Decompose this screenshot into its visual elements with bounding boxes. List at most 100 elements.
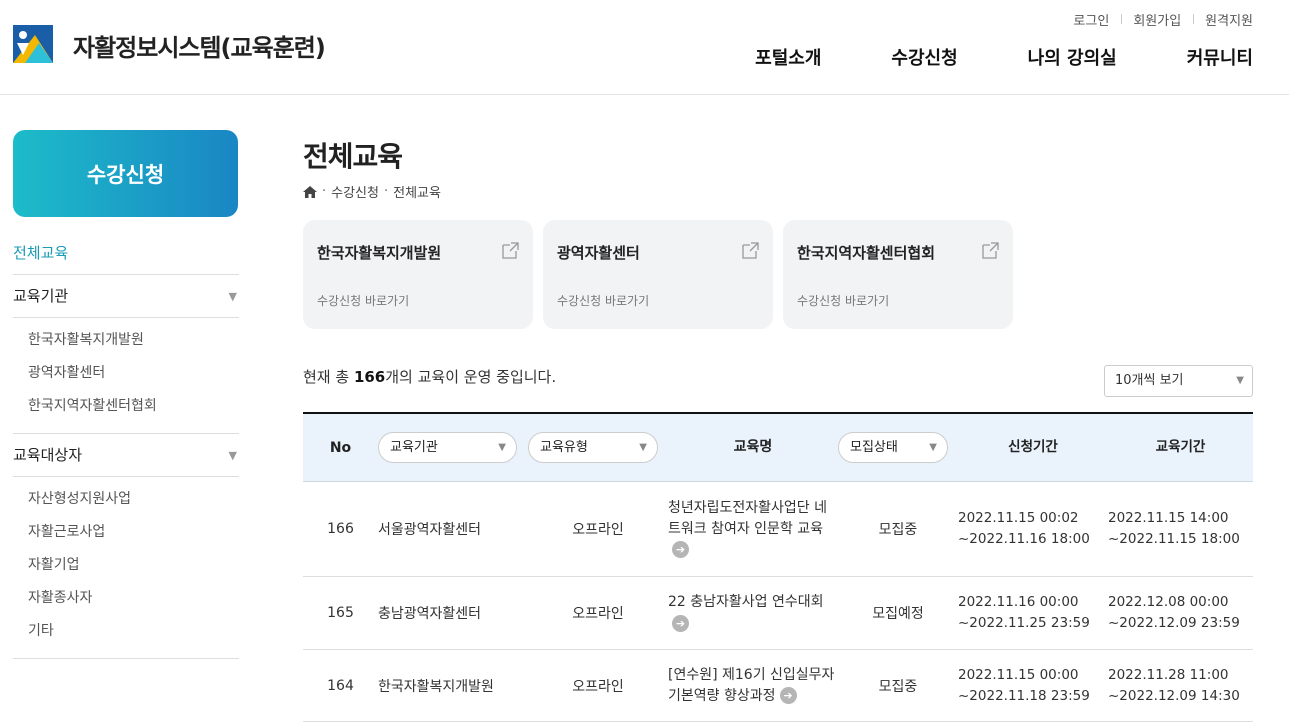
site-title[interactable]: 자활정보시스템(교육훈련): [73, 28, 326, 63]
per-page-select[interactable]: 10개씩 보기 ▼: [1104, 365, 1253, 397]
sidebar-item-all-education[interactable]: 전체교육: [13, 232, 239, 275]
arrow-right-icon[interactable]: ➔: [779, 687, 797, 704]
org-filter-select[interactable]: 교육기관 ▼: [378, 432, 517, 463]
nav-portal-intro[interactable]: 포털소개: [755, 44, 821, 70]
utility-links: 로그인 회원가입 원격지원: [1061, 10, 1253, 29]
cell-no: 165: [327, 605, 354, 621]
sidebar-title: 수강신청: [13, 130, 238, 217]
card-link: 수강신청 바로가기: [797, 294, 890, 308]
logo-icon[interactable]: [13, 25, 53, 63]
table-header: No 교육기관 ▼ 교육유형 ▼ 교육명 모집상태 ▼ 신청기간 교육기간: [303, 414, 1253, 482]
sidebar-submenu-institution: 한국자활복지개발원 광역자활센터 한국지역자활센터협회: [13, 318, 239, 434]
card-title: 한국지역자활센터협회: [797, 244, 936, 262]
sidebar-subitem[interactable]: 자산형성지원사업: [28, 483, 239, 516]
caret-down-icon: ▼: [929, 442, 937, 453]
login-link[interactable]: 로그인: [1061, 10, 1121, 29]
apply-start: 2022.11.15 00:00: [958, 666, 1079, 683]
sidebar-subitem[interactable]: 자활종사자: [28, 582, 239, 615]
course-name-link[interactable]: 청년자립도전자활사업단 네트워크 참여자 인문학 교육: [668, 500, 827, 537]
arrow-right-icon[interactable]: ➔: [672, 541, 689, 558]
sidebar-subitem[interactable]: 기타: [28, 615, 239, 648]
state-filter-select[interactable]: 모집상태 ▼: [838, 432, 948, 463]
sidebar-item-label: 교육기관: [13, 287, 69, 305]
arrow-right-icon[interactable]: ➔: [672, 614, 689, 632]
external-link-icon: [742, 242, 759, 259]
org-filter-label: 교육기관: [390, 440, 438, 455]
home-icon[interactable]: [303, 185, 317, 198]
edu-end: ~2022.11.15 18:00: [1108, 531, 1240, 547]
caret-down-icon: ▼: [1236, 375, 1244, 386]
cell-apply: 2022.11.15 00:00 ~2022.11.18 23:59: [958, 665, 1108, 707]
cell-edu: 2022.11.15 14:00 ~2022.11.15 18:00: [1108, 508, 1253, 550]
page-title: 전체교육: [303, 140, 403, 173]
cell-apply: 2022.11.15 00:02 ~2022.11.16 18:00: [958, 508, 1108, 550]
external-link-icon: [982, 242, 999, 259]
sidebar-item-target[interactable]: 교육대상자 ▼: [13, 434, 239, 477]
institution-card[interactable]: 광역자활센터 수강신청 바로가기: [543, 220, 773, 329]
breadcrumb-item[interactable]: 수강신청: [331, 182, 379, 201]
caret-down-icon: ▼: [228, 449, 237, 462]
col-header-edu: 교육기간: [1155, 439, 1206, 455]
card-title: 광역자활센터: [557, 244, 640, 262]
sidebar-subitem[interactable]: 한국지역자활센터협회: [28, 390, 239, 423]
cell-name: 22 충남자활사업 연수대회 ➔: [668, 592, 838, 634]
sidebar-subitem[interactable]: 자활근로사업: [28, 516, 239, 549]
cell-org: 충남광역자활센터: [378, 606, 482, 622]
cell-org: 한국자활복지개발원: [378, 678, 494, 695]
apply-end: ~2022.11.16 18:00: [958, 531, 1090, 547]
cell-type: 오프라인: [572, 606, 624, 622]
cell-type: 오프라인: [572, 522, 624, 538]
state-filter-label: 모집상태: [850, 440, 898, 455]
col-header-state: 모집상태 ▼: [838, 432, 958, 463]
total-count: 166: [353, 368, 386, 386]
sidebar-subitem[interactable]: 한국자활복지개발원: [28, 324, 239, 357]
cell-org: 서울광역자활센터: [378, 522, 482, 538]
sidebar-subitem[interactable]: 자활기업: [28, 549, 239, 582]
institution-card[interactable]: 한국자활복지개발원 수강신청 바로가기: [303, 220, 533, 329]
total-count-text: 현재 총 166개의 교육이 운영 중입니다.: [303, 366, 556, 387]
cell-no: 164: [327, 677, 354, 694]
caret-down-icon: ▼: [498, 442, 506, 453]
caret-down-icon: ▼: [639, 442, 647, 453]
sidebar-item-institution[interactable]: 교육기관 ▼: [13, 275, 239, 318]
signup-link[interactable]: 회원가입: [1121, 10, 1193, 29]
sidebar-subitem[interactable]: 광역자활센터: [28, 357, 239, 390]
institution-card[interactable]: 한국지역자활센터협회 수강신청 바로가기: [783, 220, 1013, 329]
table-row[interactable]: 166 서울광역자활센터 오프라인 청년자립도전자활사업단 네트워크 참여자 인…: [303, 482, 1253, 577]
cell-name: 청년자립도전자활사업단 네트워크 참여자 인문학 교육 ➔: [668, 498, 838, 561]
site-header: 자활정보시스템(교육훈련) 로그인 회원가입 원격지원 포털소개 수강신청 나의…: [0, 0, 1289, 95]
breadcrumb-separator: ·: [322, 184, 327, 199]
type-filter-label: 교육유형: [540, 440, 588, 455]
cell-state: 모집예정: [872, 606, 924, 622]
cell-apply: 2022.11.16 00:00 ~2022.11.25 23:59: [958, 592, 1108, 634]
type-filter-select[interactable]: 교육유형 ▼: [528, 432, 658, 463]
col-header-name: 교육명: [733, 439, 773, 455]
cell-no: 166: [327, 521, 354, 537]
caret-down-icon: ▼: [228, 290, 237, 303]
total-prefix: 현재 총: [303, 368, 354, 386]
breadcrumb-separator: ·: [383, 184, 389, 199]
apply-start: 2022.11.16 00:00: [958, 594, 1079, 610]
nav-community[interactable]: 커뮤니티: [1187, 44, 1253, 70]
course-name-link[interactable]: 22 충남자활사업 연수대회: [668, 594, 824, 610]
cell-state: 모집중: [878, 678, 918, 695]
remote-support-link[interactable]: 원격지원: [1193, 10, 1253, 29]
sidebar-item-label: 교육대상자: [13, 446, 83, 464]
course-name-link[interactable]: [연수원] 제16기 신입실무자 기본역량 향상과정: [668, 667, 834, 704]
cell-name: [연수원] 제16기 신입실무자 기본역량 향상과정 ➔: [668, 665, 838, 707]
apply-end: ~2022.11.18 23:59: [958, 687, 1090, 704]
card-title: 한국자활복지개발원: [317, 244, 442, 262]
table-row[interactable]: 165 충남광역자활센터 오프라인 22 충남자활사업 연수대회 ➔ 모집예정 2…: [303, 577, 1253, 650]
col-header-apply: 신청기간: [1008, 439, 1058, 455]
institution-cards: 한국자활복지개발원 수강신청 바로가기 광역자활센터 수강신청 바로가기 한국지…: [303, 220, 1013, 329]
total-suffix: 개의 교육이 운영 중입니다.: [385, 368, 557, 386]
table-row[interactable]: 164 한국자활복지개발원 오프라인 [연수원] 제16기 신입실무자 기본역량…: [303, 650, 1253, 722]
course-table: No 교육기관 ▼ 교육유형 ▼ 교육명 모집상태 ▼ 신청기간 교육기간 16…: [303, 412, 1253, 722]
breadcrumb-item[interactable]: 전체교육: [393, 182, 441, 201]
cell-edu: 2022.12.08 00:00 ~2022.12.09 23:59: [1108, 592, 1253, 634]
nav-my-classroom[interactable]: 나의 강의실: [1028, 44, 1117, 70]
nav-course-apply[interactable]: 수강신청: [891, 44, 957, 70]
col-header-org: 교육기관 ▼: [378, 432, 528, 463]
cell-state: 모집중: [878, 522, 918, 538]
edu-start: 2022.11.15 14:00: [1108, 510, 1229, 526]
